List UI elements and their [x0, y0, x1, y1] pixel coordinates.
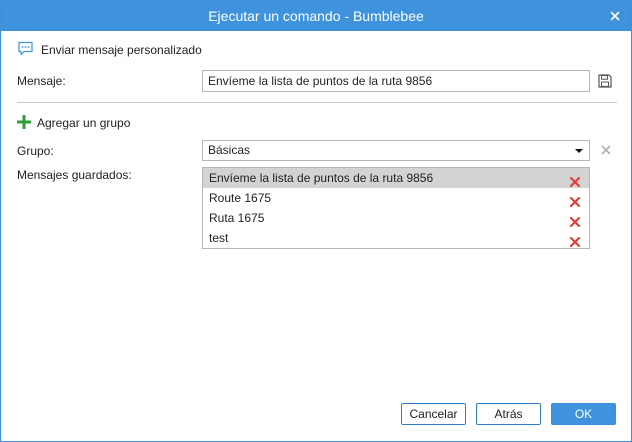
chat-bubble-icon	[17, 40, 34, 60]
group-selected-value: Básicas	[208, 143, 251, 157]
command-name: Enviar mensaje personalizado	[41, 43, 202, 57]
title-bar: Ejecutar un comando - Bumblebee	[1, 1, 631, 31]
delete-icon[interactable]	[570, 213, 580, 227]
command-header: Enviar mensaje personalizado	[17, 41, 202, 59]
ok-button[interactable]: OK	[551, 403, 616, 425]
saved-messages-label: Mensajes guardados:	[17, 168, 132, 182]
delete-icon[interactable]	[570, 173, 580, 187]
saved-message-text: Ruta 1675	[209, 211, 265, 225]
divider	[17, 102, 617, 103]
save-icon[interactable]	[597, 73, 613, 89]
close-icon[interactable]	[608, 9, 622, 23]
command-dialog: Ejecutar un comando - Bumblebee Enviar m…	[0, 0, 632, 442]
saved-message-text: Route 1675	[209, 191, 272, 205]
saved-message-item[interactable]: Ruta 1675	[203, 208, 589, 228]
saved-message-item[interactable]: test	[203, 228, 589, 248]
saved-message-item[interactable]: Envíeme la lista de puntos de la ruta 98…	[203, 168, 589, 188]
add-group-label: Agregar un grupo	[37, 116, 131, 130]
add-group-button[interactable]: Agregar un grupo	[17, 114, 131, 132]
dialog-title: Ejecutar un comando - Bumblebee	[208, 8, 424, 24]
cancel-button[interactable]: Cancelar	[401, 403, 466, 425]
saved-messages-list: Envíeme la lista de puntos de la ruta 98…	[202, 167, 590, 249]
message-input[interactable]	[202, 70, 590, 92]
chevron-down-icon	[575, 149, 583, 153]
group-select[interactable]: Básicas	[202, 140, 590, 161]
group-label: Grupo:	[17, 144, 54, 158]
clear-icon[interactable]	[600, 144, 612, 156]
plus-icon	[17, 114, 31, 132]
delete-icon[interactable]	[570, 193, 580, 207]
saved-message-text: Envíeme la lista de puntos de la ruta 98…	[209, 171, 434, 185]
saved-message-text: test	[209, 231, 229, 245]
back-button[interactable]: Atrás	[476, 403, 541, 425]
message-label: Mensaje:	[17, 74, 66, 88]
saved-message-item[interactable]: Route 1675	[203, 188, 589, 208]
delete-icon[interactable]	[570, 233, 580, 247]
